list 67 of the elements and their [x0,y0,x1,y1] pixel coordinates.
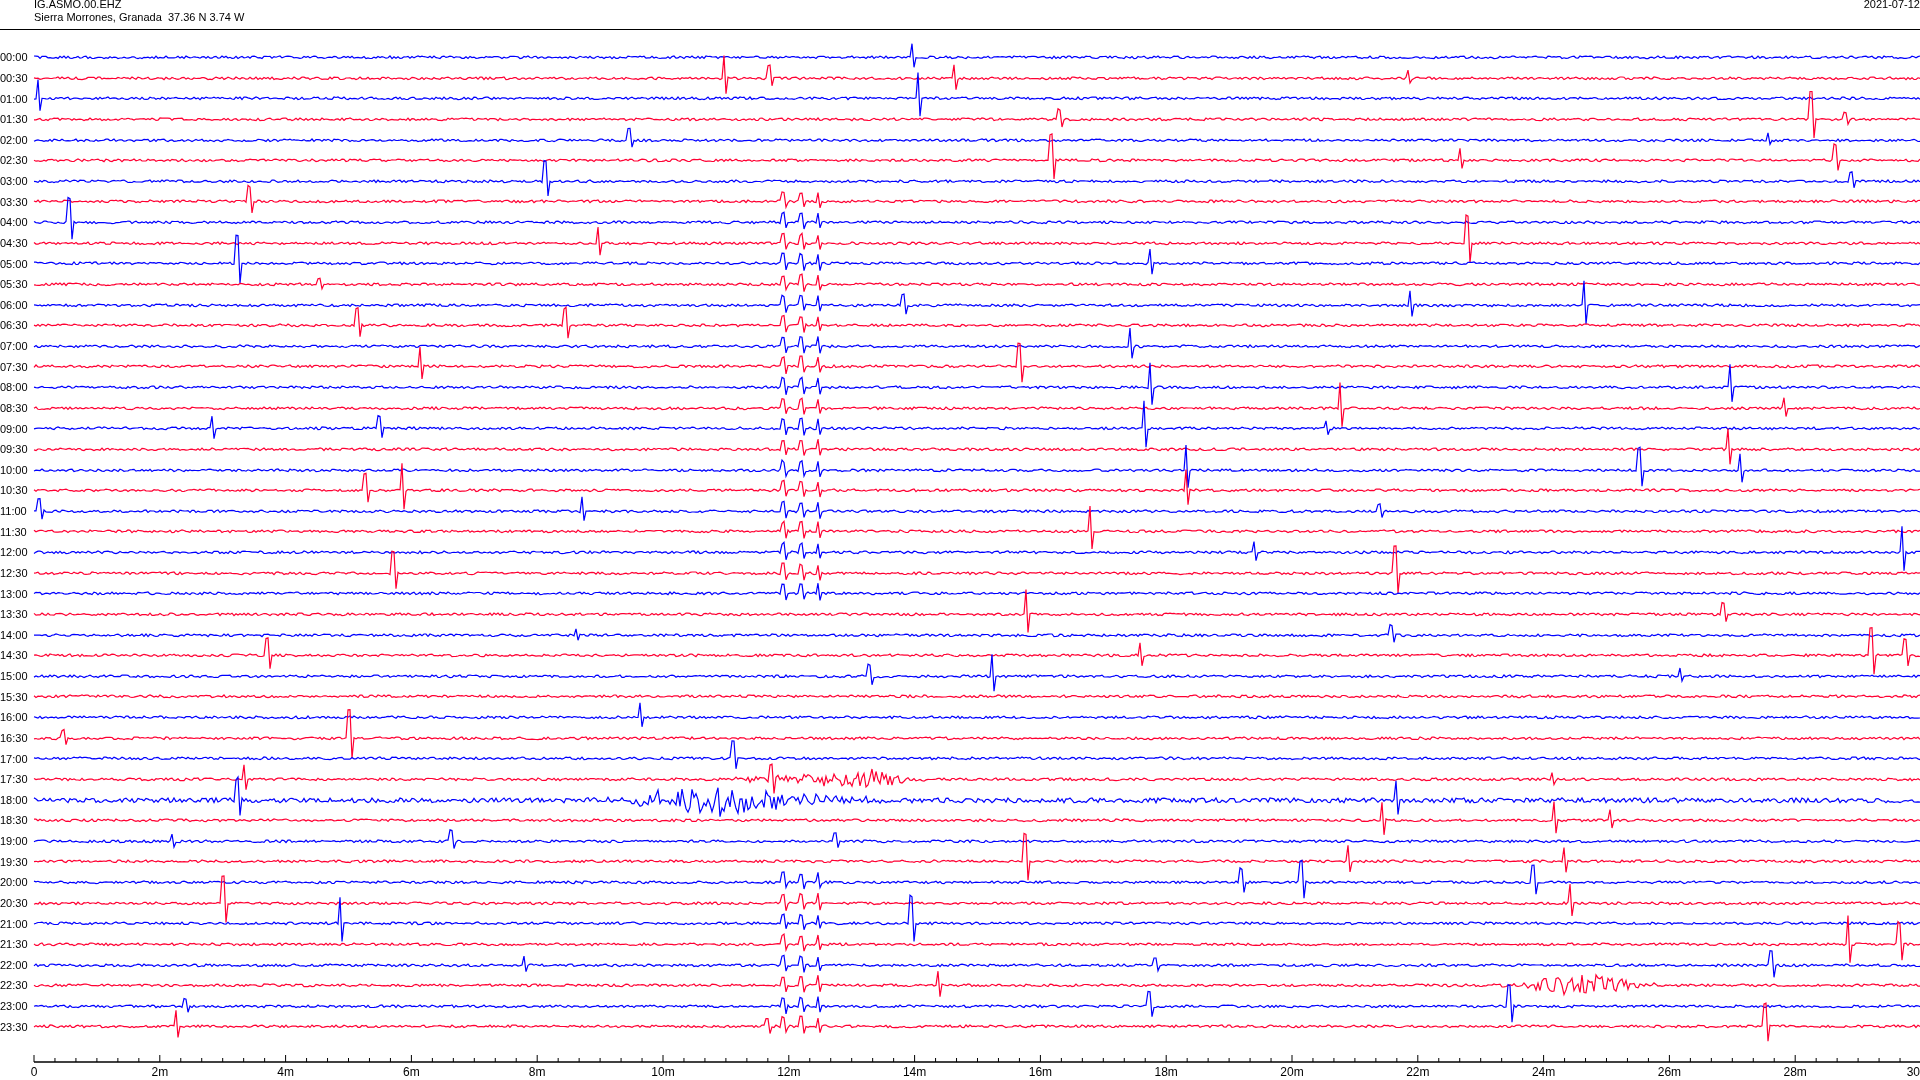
axis-tick-label: 22m [1406,1065,1430,1079]
axis-tick-label: 18m [1154,1065,1178,1079]
time-label: 21:00 [0,917,29,930]
time-label: 16:00 [0,711,29,724]
time-label: 06:00 [0,298,29,311]
time-label: 07:00 [0,340,29,353]
time-label: 12:00 [0,546,29,559]
time-label: 14:30 [0,649,29,662]
time-label: 13:00 [0,587,29,600]
time-label: 10:00 [0,463,29,476]
time-label: 22:30 [0,979,29,992]
time-label: 16:30 [0,731,29,744]
time-label: 13:30 [0,608,29,621]
axis-tick-label: 2m [151,1065,169,1079]
time-label: 23:30 [0,1020,29,1033]
time-label: 00:30 [0,71,29,84]
time-label: 05:00 [0,257,29,270]
time-label: 18:30 [0,814,29,827]
axis-tick-label: 8m [528,1065,546,1079]
time-label: 17:30 [0,773,29,786]
time-label: 18:00 [0,793,29,806]
time-label: 08:30 [0,401,29,414]
time-label: 05:30 [0,278,29,291]
axis-tick-label: 4m [277,1065,294,1079]
time-label: 14:00 [0,628,29,641]
time-label: 02:30 [0,154,29,167]
time-label: 04:30 [0,236,29,249]
time-label: 00:00 [0,51,29,64]
time-label: 10:30 [0,484,29,497]
axis-tick-label: 24m [1531,1065,1556,1079]
axis-tick-label: 14m [902,1065,927,1079]
time-label: 23:00 [0,1000,29,1013]
time-label: 09:30 [0,443,29,456]
time-label: 17:00 [0,752,29,765]
time-label: 01:30 [0,113,29,126]
axis-tick-label: 16m [1028,1065,1053,1079]
date-label: 2021-07-12 [1863,0,1920,12]
time-label: 19:30 [0,855,29,868]
time-label: 09:00 [0,422,29,435]
time-label: 12:30 [0,566,29,579]
time-label: 22:00 [0,958,29,971]
time-label: 11:00 [0,505,28,518]
station-code: IG.ASMO.00.EHZ [34,0,123,11]
axis-tick-label: 20m [1280,1065,1304,1079]
time-label: 20:30 [0,896,29,909]
axis-tick-label: 0 [30,1065,38,1079]
time-label: 06:30 [0,319,29,332]
axis-tick-label: 26m [1657,1065,1682,1079]
time-label: 04:00 [0,216,29,229]
time-label: 02:00 [0,133,29,146]
time-label: 08:00 [0,381,29,394]
axis-tick-label: 28m [1783,1065,1807,1079]
axis-tick-label: 30 [1906,1065,1920,1079]
time-label: 07:30 [0,360,29,373]
time-label: 15:30 [0,690,29,703]
time-label: 20:00 [0,876,29,889]
station-location: Sierra Morrones, Granada 37.36 N 3.74 W [34,11,245,24]
time-label: 21:30 [0,938,29,951]
time-label: 11:30 [0,525,28,538]
axis-tick-label: 12m [777,1065,801,1079]
time-label: 15:00 [0,670,29,683]
time-label: 03:30 [0,195,29,208]
time-label: 01:00 [0,92,29,105]
time-label: 19:00 [0,835,29,848]
time-label: 03:00 [0,175,29,188]
axis-tick-label: 6m [403,1065,420,1079]
axis-tick-label: 10m [651,1065,675,1079]
